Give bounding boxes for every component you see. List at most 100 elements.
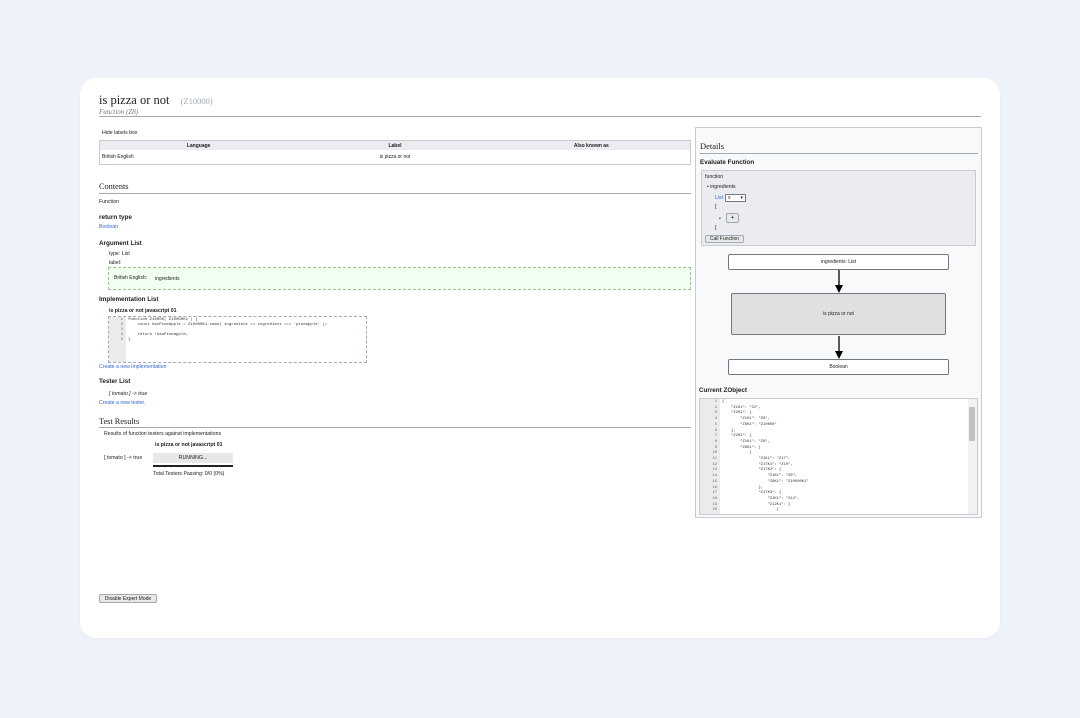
line-number: 3 [120, 328, 123, 332]
list-type-link[interactable]: List [715, 195, 723, 201]
row-language: British English [102, 154, 134, 160]
json-scrollbar-thumb[interactable] [969, 407, 975, 441]
line-number: 6 [714, 428, 717, 433]
header-aka: Also known as [573, 142, 609, 149]
argument-label-caption: label: [109, 260, 122, 266]
code-line: "Z1K1": "Z17", [722, 457, 791, 461]
line-number: 5 [120, 338, 123, 342]
test-status-running: RUNNING... [153, 453, 233, 463]
code-line: "Z8K1": [ [722, 445, 761, 450]
json-scrollbar[interactable] [968, 399, 977, 514]
line-number: 14 [712, 474, 717, 479]
line-number: 1 [120, 318, 123, 322]
line-number: 10 [712, 451, 717, 456]
line-number: 19 [712, 502, 717, 507]
add-icon: + [731, 215, 734, 221]
line-number: 9 [714, 445, 717, 450]
test-results-description: Results of function testers against impl… [104, 431, 222, 437]
test-results-divider-bar [153, 465, 233, 467]
code-line: return !hasPineapple; [128, 333, 189, 337]
create-implementation-link[interactable]: Create a new implementation [99, 364, 166, 370]
details-heading: Details [700, 141, 725, 151]
add-item-button[interactable]: + [726, 213, 739, 223]
labels-table-header: Language Label Also known as [100, 141, 690, 150]
code-line: "Z1K1": "Z6", [722, 474, 798, 479]
list-open-bracket: [ [715, 204, 717, 210]
test-results-divider [99, 427, 691, 428]
code-line: "Z17K3": { [722, 491, 782, 496]
line-number: 3 [714, 411, 717, 416]
argument-name: ingredients [155, 276, 180, 282]
title-divider [99, 116, 981, 117]
return-type-heading: return type [99, 214, 132, 221]
argument-type: type: List [109, 251, 130, 257]
code-line: "Z12K1": [ [722, 502, 791, 507]
tester-item-link[interactable]: [ tomato ] -> true [109, 391, 147, 397]
line-number: 5 [714, 422, 717, 427]
code-line: "Z2K1": { [722, 411, 752, 416]
page-title: is pizza or not (Z10000) [99, 93, 213, 108]
argument-label-box: British English: ingredients [108, 267, 691, 290]
flow-input-box: ingredients: List [728, 254, 949, 270]
code-line: function Z10000( Z10000K1 ) { [128, 318, 198, 322]
code-line: "Z1K1": "Z2", [722, 405, 761, 410]
main-card: is pizza or not (Z10000) Function (Z8) H… [80, 78, 1000, 638]
call-function-button[interactable]: Call Function [705, 235, 744, 243]
code-line: "Z17K1": "Z10", [722, 462, 793, 467]
code-line: }, [722, 485, 764, 490]
list-select-value: x [728, 195, 731, 201]
list-type-select[interactable]: x ▾ [725, 194, 746, 202]
flow-output-box: Boolean [728, 359, 949, 375]
current-zobject-heading: Current ZObject [699, 387, 747, 394]
code-line: }, [722, 428, 736, 433]
code-line: "Z17K2": { [722, 468, 782, 473]
line-number: 1 [714, 400, 717, 404]
flow-arrow-down-icon [835, 270, 843, 293]
contents-divider [99, 193, 691, 194]
evaluate-function-box: function • ingredients List x ▾ [ • + ] … [701, 170, 976, 246]
code-line: "Z6K1": "Z10000K1" [722, 479, 809, 484]
tester-list-heading: Tester List [99, 378, 131, 385]
line-number: 18 [712, 496, 717, 501]
code-line: { [722, 400, 725, 404]
line-number: 13 [712, 468, 717, 473]
contents-heading: Contents [99, 182, 129, 191]
list-entry-bullet: • [719, 216, 721, 222]
line-number: 2 [120, 323, 123, 327]
code-line: { [722, 451, 752, 456]
line-number: 16 [712, 485, 717, 490]
labels-table: Language Label Also known as British Eng… [99, 140, 691, 165]
function-type-text: Function [99, 199, 119, 205]
implementation-list-heading: Implementation List [99, 296, 159, 303]
code-line: const hasPineapple = Z10000K1.some( ingr… [128, 323, 328, 327]
row-label: is pizza or not [379, 154, 411, 160]
implementation-name-link[interactable]: is pizza or not javascript 01 [109, 308, 176, 314]
line-number: 17 [712, 491, 717, 496]
create-tester-link[interactable]: Create a new tester. [99, 400, 145, 406]
implementation-code-editor[interactable]: 1 function Z10000( Z10000K1 ) { 2 const ha… [108, 316, 367, 363]
header-language: Language [186, 142, 211, 149]
code-line: "Z1K1": "Z6", [722, 417, 770, 422]
disable-expert-mode-button[interactable]: Disable Expert Mode [99, 594, 157, 603]
page-title-text: is pizza or not [99, 93, 170, 107]
argument-language: British English: [114, 275, 148, 281]
line-number: 15 [712, 479, 717, 484]
chevron-down-icon: ▾ [740, 195, 743, 201]
code-line: "Z2K2": { [722, 434, 752, 439]
line-number: 12 [712, 462, 717, 467]
line-number: 7 [714, 434, 717, 439]
zobject-json-editor[interactable]: 1 {2 "Z1K1": "Z2", 3 "Z2K1": {4 "Z1K1": "Z… [699, 398, 978, 515]
code-line: "Z1K1": "Z8", [722, 439, 770, 444]
line-number: 4 [714, 417, 717, 422]
labels-table-row: British English is pizza or not [100, 150, 690, 164]
header-label: Label [388, 142, 402, 149]
line-number: 11 [712, 457, 717, 461]
flow-function-box: is pizza or not [731, 293, 946, 335]
testers-passing-total: Total Testers Passing: 0/0 (0%) [153, 471, 225, 477]
return-type-link[interactable]: Boolean [99, 224, 118, 230]
line-number: 4 [120, 333, 123, 337]
hide-labels-toggle[interactable]: Hide labels box [102, 130, 137, 136]
evaluate-function-heading: Evaluate Function [700, 159, 755, 166]
argument-item: • ingredients [707, 184, 736, 190]
page-subtitle: Function (Z8) [99, 108, 139, 116]
